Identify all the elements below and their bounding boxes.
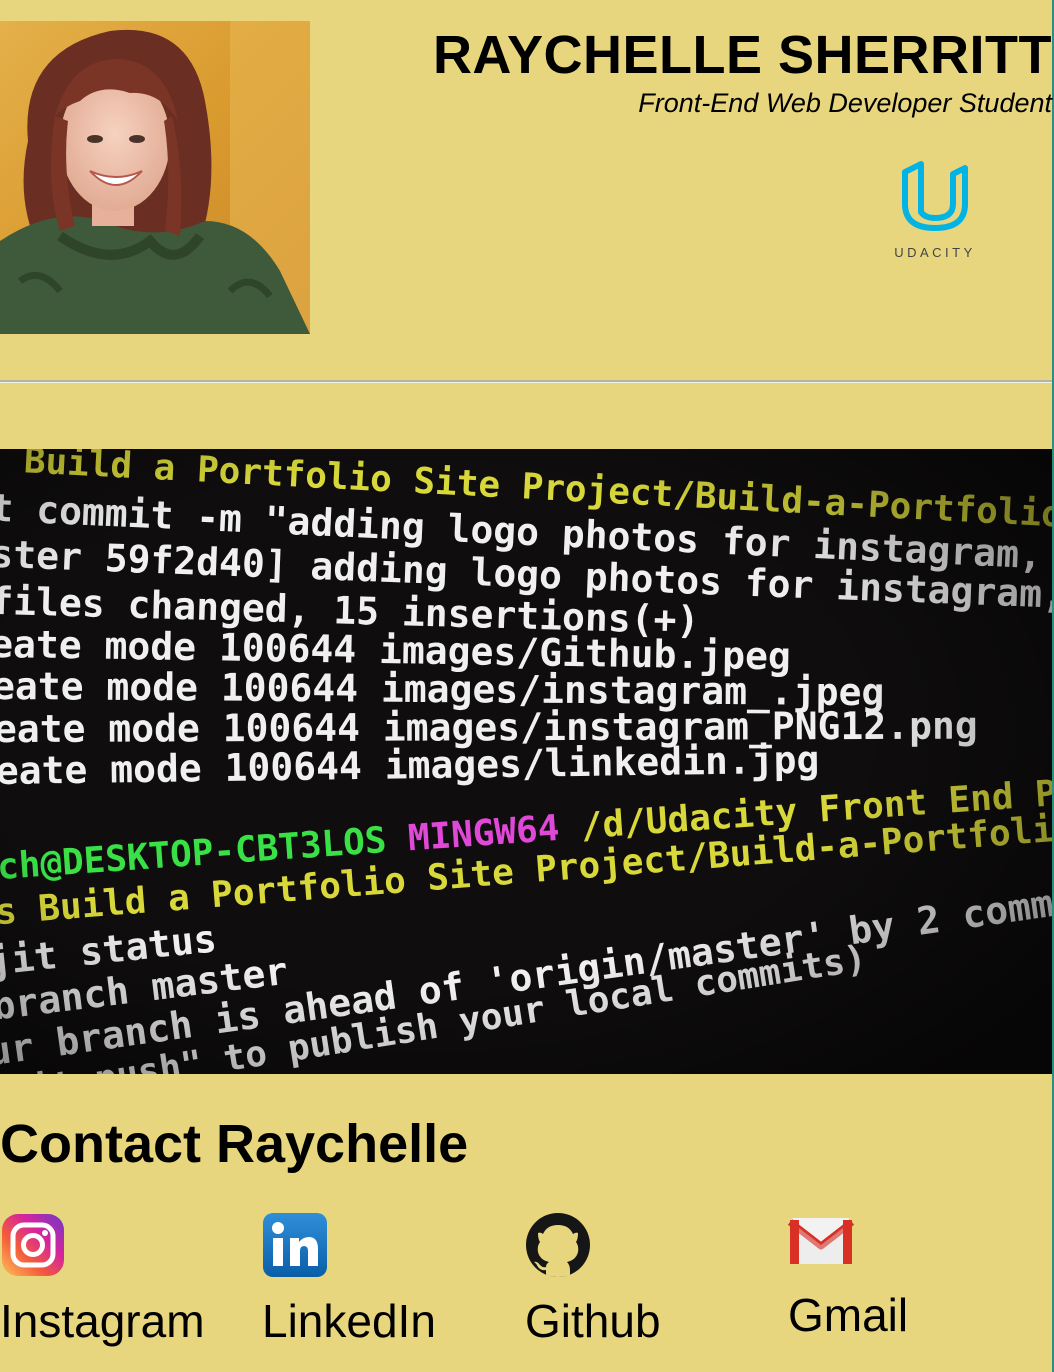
linkedin-link[interactable]: LinkedIn xyxy=(262,1212,436,1348)
udacity-logo: UDACITY xyxy=(880,160,990,270)
page-title: RAYCHELLE SHERRITT xyxy=(432,25,1052,85)
gmail-link[interactable]: Gmail xyxy=(788,1208,908,1342)
instagram-label: Instagram xyxy=(0,1295,205,1347)
gmail-icon xyxy=(788,1218,854,1264)
page-subtitle: Front-End Web Developer Student xyxy=(638,88,1052,118)
github-label: Github xyxy=(525,1295,661,1347)
contact-heading: Contact Raychelle xyxy=(0,1114,469,1174)
gmail-label: Gmail xyxy=(788,1289,909,1341)
instagram-icon xyxy=(2,1214,64,1276)
udacity-logo-icon xyxy=(902,161,968,231)
udacity-wordmark: UDACITY xyxy=(894,245,976,260)
linkedin-icon xyxy=(263,1213,327,1277)
github-icon xyxy=(526,1213,590,1277)
linkedin-label: LinkedIn xyxy=(262,1295,436,1347)
terminal-banner-image: s Build a Portfolio Site Project/Build-a… xyxy=(0,449,1052,1074)
instagram-link[interactable]: Instagram xyxy=(0,1212,205,1348)
github-link[interactable]: Github xyxy=(525,1212,661,1348)
section-divider xyxy=(0,380,1052,383)
profile-photo xyxy=(0,21,310,334)
